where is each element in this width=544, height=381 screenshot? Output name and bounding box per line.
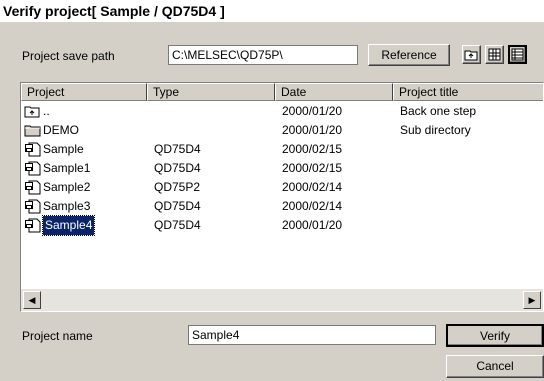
parent-folder-icon bbox=[24, 104, 42, 119]
scroll-right-button[interactable]: ▶ bbox=[523, 291, 541, 309]
cell-name: Sample4 bbox=[41, 215, 96, 236]
project-name-label: Project name bbox=[22, 329, 93, 343]
project-list[interactable]: Project Type Date Project title .. 2000/0… bbox=[20, 82, 544, 312]
list-item[interactable]: Sample4 QD75D4 2000/01/20 bbox=[21, 215, 543, 236]
cell-date: 2000/02/14 bbox=[282, 199, 343, 213]
folder-icon bbox=[24, 123, 42, 138]
cell-name: .. bbox=[43, 104, 50, 118]
cell-title: Back one step bbox=[400, 104, 477, 118]
scroll-left-button[interactable]: ◀ bbox=[23, 291, 41, 309]
details-view-icon[interactable] bbox=[508, 45, 527, 64]
list-item[interactable]: .. 2000/01/20 Back one step bbox=[21, 102, 543, 121]
column-header-project[interactable]: Project bbox=[21, 83, 147, 101]
cell-title: Sub directory bbox=[400, 123, 471, 137]
column-header-date[interactable]: Date bbox=[275, 83, 393, 101]
cell-type: QD75D4 bbox=[154, 161, 201, 175]
project-name-field[interactable]: Sample4 bbox=[188, 325, 436, 345]
horizontal-scrollbar[interactable]: ◀ ▶ bbox=[21, 289, 543, 311]
cancel-button[interactable]: Cancel bbox=[446, 355, 544, 378]
verify-project-dialog: Verify project[ Sample / QD75D4 ] Projec… bbox=[0, 0, 544, 381]
list-item[interactable]: Sample2 QD75P2 2000/02/14 bbox=[21, 178, 543, 197]
cell-date: 2000/01/20 bbox=[282, 123, 343, 137]
cell-name: DEMO bbox=[43, 123, 79, 137]
cell-date: 2000/02/14 bbox=[282, 180, 343, 194]
cell-name: Sample bbox=[43, 142, 84, 156]
cell-date: 2000/02/15 bbox=[282, 161, 343, 175]
cell-type: QD75D4 bbox=[154, 218, 201, 232]
project-file-icon bbox=[24, 142, 42, 157]
cell-type: QD75D4 bbox=[154, 142, 201, 156]
reference-button[interactable]: Reference bbox=[368, 44, 450, 66]
verify-button[interactable]: Verify bbox=[446, 324, 544, 347]
list-view-icon[interactable] bbox=[485, 45, 504, 64]
cell-date: 2000/02/15 bbox=[282, 142, 343, 156]
save-path-label: Project save path bbox=[22, 49, 115, 63]
list-item[interactable]: Sample3 QD75D4 2000/02/14 bbox=[21, 197, 543, 216]
cell-type: QD75D4 bbox=[154, 199, 201, 213]
cell-date: 2000/01/20 bbox=[282, 218, 343, 232]
list-item[interactable]: DEMO 2000/01/20 Sub directory bbox=[21, 121, 543, 140]
list-item[interactable]: Sample1 QD75D4 2000/02/15 bbox=[21, 159, 543, 178]
column-header-type[interactable]: Type bbox=[147, 83, 275, 101]
cell-name: Sample1 bbox=[43, 161, 91, 175]
project-file-icon bbox=[24, 218, 42, 233]
project-file-icon bbox=[24, 180, 42, 195]
column-header-project-title[interactable]: Project title bbox=[393, 83, 543, 101]
dialog-title: Verify project[ Sample / QD75D4 ] bbox=[0, 0, 544, 22]
cell-name: Sample3 bbox=[43, 199, 91, 213]
project-file-icon bbox=[24, 161, 42, 176]
up-folder-icon[interactable] bbox=[462, 45, 481, 64]
cell-type: QD75P2 bbox=[154, 180, 201, 194]
project-file-icon bbox=[24, 199, 42, 214]
save-path-field[interactable]: C:\MELSEC\QD75P\ bbox=[168, 45, 358, 65]
cell-date: 2000/01/20 bbox=[282, 104, 343, 118]
cell-name: Sample2 bbox=[43, 180, 91, 194]
list-item[interactable]: Sample QD75D4 2000/02/15 bbox=[21, 140, 543, 159]
